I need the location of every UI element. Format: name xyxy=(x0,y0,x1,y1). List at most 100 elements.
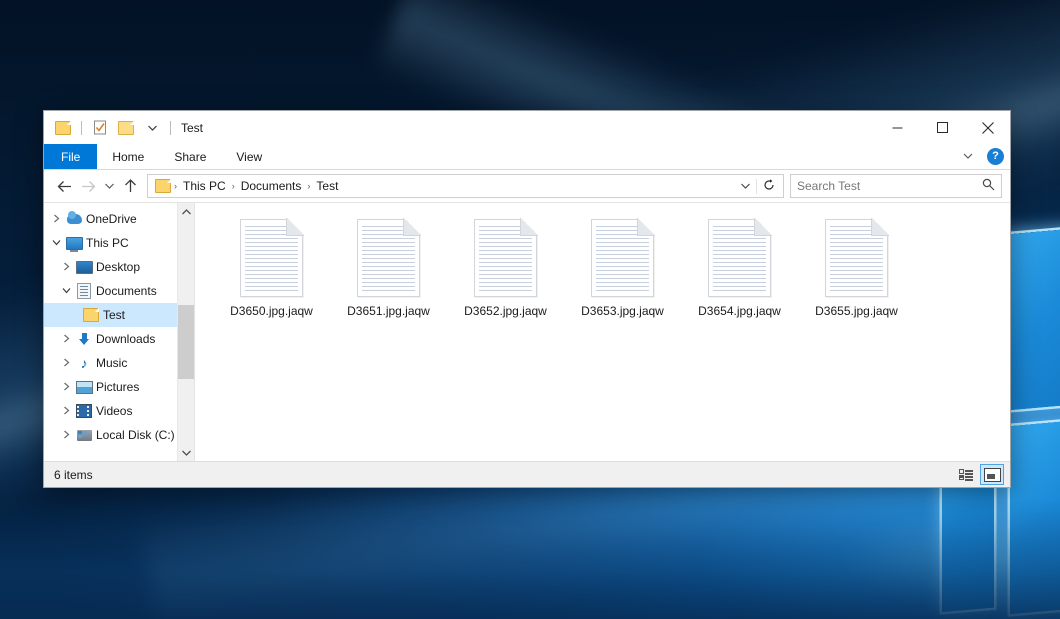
forward-button[interactable] xyxy=(76,174,100,198)
maximize-button[interactable] xyxy=(920,111,965,144)
document-icon xyxy=(474,219,537,297)
navigation-pane: OneDrive This PC Deskt xyxy=(44,203,195,461)
twisty-collapsed-icon[interactable] xyxy=(58,262,75,273)
breadcrumb-folder-icon[interactable] xyxy=(153,176,173,196)
expand-ribbon-chevron-down-icon[interactable] xyxy=(959,151,977,162)
twisty-expanded-icon[interactable] xyxy=(58,286,75,296)
file-grid: D3650.jpg.jaqw D3651.jpg.jaqw D3652.jpg.… xyxy=(213,215,1000,324)
document-icon xyxy=(591,219,654,297)
up-button[interactable] xyxy=(118,174,142,198)
file-item[interactable]: D3653.jpg.jaqw xyxy=(564,215,681,324)
disk-icon xyxy=(75,430,93,441)
logo-pane-2 xyxy=(1010,226,1060,410)
file-item[interactable]: D3650.jpg.jaqw xyxy=(213,215,330,324)
folder-icon xyxy=(82,308,100,322)
sidebar-item-label: Pictures xyxy=(96,380,139,394)
twisty-collapsed-icon[interactable] xyxy=(58,382,75,393)
address-dropdown-chevron-down-icon[interactable] xyxy=(735,181,756,191)
recent-locations-chevron-down-icon[interactable] xyxy=(100,174,118,198)
help-icon[interactable]: ? xyxy=(987,148,1004,165)
sidebar-item-desktop[interactable]: Desktop xyxy=(44,255,177,279)
tab-file[interactable]: File xyxy=(44,144,97,169)
new-folder-icon[interactable] xyxy=(116,118,136,138)
twisty-collapsed-icon[interactable] xyxy=(58,430,75,441)
search-box[interactable]: Search Test xyxy=(790,174,1002,198)
refresh-icon[interactable] xyxy=(756,179,781,194)
file-name: D3655.jpg.jaqw xyxy=(815,304,898,318)
sidebar-item-local-disk-c[interactable]: Local Disk (C:) xyxy=(44,423,177,447)
address-bar[interactable]: › This PC › Documents › Test xyxy=(147,174,784,198)
file-item[interactable]: D3655.jpg.jaqw xyxy=(798,215,915,324)
this-pc-icon xyxy=(65,237,83,250)
sidebar-item-label: OneDrive xyxy=(86,212,137,226)
navigation-bar: › This PC › Documents › Test xyxy=(44,170,1010,202)
sidebar-scrollbar[interactable] xyxy=(177,203,194,461)
breadcrumb-item-documents[interactable]: Documents xyxy=(236,179,307,193)
search-input[interactable]: Search Test xyxy=(797,179,982,193)
tab-share[interactable]: Share xyxy=(159,144,221,169)
sidebar-item-downloads[interactable]: Downloads xyxy=(44,327,177,351)
documents-icon xyxy=(75,283,93,299)
title-divider xyxy=(170,121,171,135)
breadcrumb-item-this-pc[interactable]: This PC xyxy=(178,179,231,193)
window-body: OneDrive This PC Deskt xyxy=(44,202,1010,461)
close-button[interactable] xyxy=(965,111,1010,144)
sidebar-item-label: Documents xyxy=(96,284,157,298)
twisty-collapsed-icon[interactable] xyxy=(58,406,75,417)
large-icons-view-button[interactable] xyxy=(980,464,1004,485)
document-icon xyxy=(357,219,420,297)
scrollbar-thumb[interactable] xyxy=(178,305,194,379)
file-list-area[interactable]: D3650.jpg.jaqw D3651.jpg.jaqw D3652.jpg.… xyxy=(195,203,1010,461)
folder-icon[interactable] xyxy=(53,118,73,138)
sidebar-item-test[interactable]: Test xyxy=(44,303,177,327)
item-count-label: 6 items xyxy=(54,468,93,482)
sidebar-item-label: Desktop xyxy=(96,260,140,274)
pictures-icon xyxy=(75,381,93,394)
sidebar-item-label: Videos xyxy=(96,404,132,418)
details-view-button[interactable] xyxy=(954,464,978,485)
file-item[interactable]: D3654.jpg.jaqw xyxy=(681,215,798,324)
window-controls xyxy=(875,111,1010,144)
desktop-icon xyxy=(75,261,93,274)
tab-view[interactable]: View xyxy=(221,144,277,169)
document-icon xyxy=(708,219,771,297)
search-icon[interactable] xyxy=(982,178,995,194)
sidebar-item-documents[interactable]: Documents xyxy=(44,279,177,303)
file-explorer-window: Test File Home Share View xyxy=(43,110,1011,488)
scroll-up-arrow-icon[interactable] xyxy=(178,203,194,220)
twisty-collapsed-icon[interactable] xyxy=(58,334,75,345)
minimize-button[interactable] xyxy=(875,111,920,144)
sidebar-item-onedrive[interactable]: OneDrive xyxy=(44,207,177,231)
qat-divider-1 xyxy=(81,121,82,135)
file-item[interactable]: D3651.jpg.jaqw xyxy=(330,215,447,324)
videos-icon xyxy=(75,404,93,418)
quick-access-toolbar xyxy=(44,118,162,138)
sidebar-item-this-pc[interactable]: This PC xyxy=(44,231,177,255)
breadcrumb-item-test[interactable]: Test xyxy=(311,179,343,193)
back-button[interactable] xyxy=(52,174,76,198)
breadcrumb: › This PC › Documents › Test xyxy=(153,176,735,196)
scrollbar-track[interactable] xyxy=(178,220,194,444)
document-icon xyxy=(240,219,303,297)
sidebar-item-label: This PC xyxy=(86,236,129,250)
chevron-down-icon[interactable] xyxy=(142,118,162,138)
twisty-collapsed-icon[interactable] xyxy=(48,214,65,225)
address-bar-controls xyxy=(735,179,781,194)
tab-home[interactable]: Home xyxy=(97,144,159,169)
sidebar-item-pictures[interactable]: Pictures xyxy=(44,375,177,399)
file-item[interactable]: D3652.jpg.jaqw xyxy=(447,215,564,324)
file-name: D3651.jpg.jaqw xyxy=(347,304,430,318)
folder-tree: OneDrive This PC Deskt xyxy=(44,203,177,461)
status-bar: 6 items xyxy=(44,461,1010,487)
twisty-collapsed-icon[interactable] xyxy=(58,358,75,369)
downloads-icon xyxy=(75,333,93,346)
sidebar-item-music[interactable]: ♪ Music xyxy=(44,351,177,375)
sidebar-item-videos[interactable]: Videos xyxy=(44,399,177,423)
sidebar-item-label: Music xyxy=(96,356,127,370)
sidebar-item-label: Local Disk (C:) xyxy=(96,428,175,442)
scroll-down-arrow-icon[interactable] xyxy=(178,444,194,461)
ribbon-right-controls: ? xyxy=(959,144,1004,169)
twisty-expanded-icon[interactable] xyxy=(48,238,65,248)
ribbon-tab-bar: File Home Share View ? xyxy=(44,144,1010,170)
properties-icon[interactable] xyxy=(90,118,110,138)
